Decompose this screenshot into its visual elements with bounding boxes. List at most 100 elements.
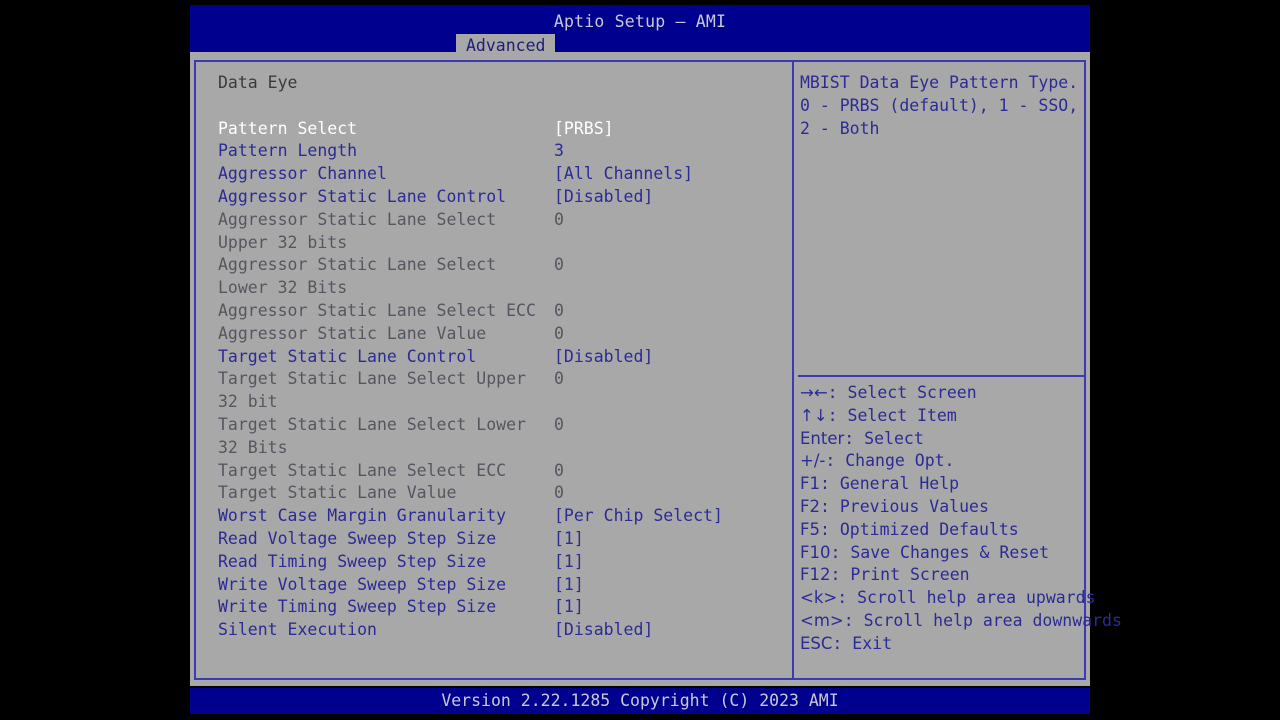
setting-row[interactable]: Read Timing Sweep Step Size [1]	[218, 551, 784, 574]
legend-action: Select	[864, 428, 924, 448]
legend-item: <m>: Scroll help area downwards	[800, 610, 1122, 633]
setting-value: 0	[554, 209, 564, 229]
legend-separator: :	[820, 474, 840, 494]
setting-label: Upper 32 bits	[218, 232, 348, 252]
setting-label: Aggressor Static Lane Select ECC	[218, 300, 536, 320]
setting-value[interactable]: [1]	[554, 574, 584, 597]
setting-value[interactable]: [All Channels]	[554, 163, 693, 186]
setting-value[interactable]: [Per Chip Select]	[554, 505, 723, 528]
legend-separator: :	[825, 451, 846, 471]
app-title: Aptio Setup – AMI	[553, 12, 727, 31]
legend-item: ↑↓: Select Item	[800, 405, 1090, 428]
legend-item: F5: Optimized Defaults	[800, 519, 1090, 542]
footer-bar: Version 2.22.1285 Copyright (C) 2023 AMI	[190, 688, 1090, 714]
legend-action: Select Item	[847, 405, 957, 425]
setting-row[interactable]: Write Timing Sweep Step Size [1]	[218, 596, 784, 619]
setting-value[interactable]: [1]	[554, 596, 584, 619]
setting-row[interactable]: Aggressor Static Lane Control [Disabled]	[218, 186, 784, 209]
legend-item: →←: Select Screen	[800, 382, 1090, 405]
setting-value[interactable]: 3	[554, 140, 564, 163]
setting-row: Aggressor Static Lane Select 0	[218, 209, 784, 232]
legend-separator: :	[844, 428, 865, 448]
setting-row[interactable]: Aggressor Channel [All Channels]	[218, 163, 784, 186]
setting-label: Lower 32 Bits	[218, 278, 348, 298]
legend-action: Scroll help area downwards	[863, 610, 1122, 630]
key-legend: →←: Select Screen ↑↓: Select Item Enter: S…	[800, 382, 1122, 656]
legend-separator: :	[830, 565, 851, 585]
setting-value[interactable]: [Disabled]	[554, 346, 653, 369]
legend-key: F2	[800, 496, 820, 516]
content-frame: Data Eye Pattern Select [PRBS] Pattern Len…	[194, 60, 1122, 680]
legend-item: +/-: Change Opt.	[800, 450, 1090, 473]
setting-row[interactable]: Read Voltage Sweep Step Size [1]	[218, 528, 784, 551]
setting-row[interactable]: Pattern Select [PRBS]	[218, 118, 784, 141]
setting-label: Pattern Select	[218, 118, 358, 138]
setting-value[interactable]: [Disabled]	[554, 619, 653, 642]
setting-value[interactable]: [1]	[554, 528, 584, 551]
legend-key: F1	[800, 474, 820, 494]
legend-action: Print Screen	[850, 565, 970, 585]
legend-action: Save Changes & Reset	[850, 542, 1050, 562]
setting-row: Aggressor Static Lane Select 0	[218, 254, 784, 277]
setting-value[interactable]: [1]	[554, 551, 584, 574]
setting-value: 0	[554, 255, 564, 275]
setting-row: Aggressor Static Lane Value 0	[218, 323, 784, 346]
setting-label: Worst Case Margin Granularity	[218, 506, 507, 526]
setting-row[interactable]: Target Static Lane Control [Disabled]	[218, 346, 784, 369]
menu-tab-bar: Advanced	[190, 34, 1090, 56]
setting-value[interactable]: [PRBS]	[554, 118, 614, 141]
legend-action: Change Opt.	[845, 451, 955, 471]
setting-label: Aggressor Static Lane Control	[218, 186, 507, 206]
setting-row[interactable]: Write Voltage Sweep Step Size [1]	[218, 574, 784, 597]
section-title-label: Data Eye	[218, 73, 298, 92]
legend-separator: :	[837, 588, 858, 608]
vertical-divider	[792, 62, 794, 678]
legend-key: F5	[800, 519, 820, 539]
legend-separator: :	[820, 496, 840, 516]
setting-label: Aggressor Static Lane Value	[218, 323, 487, 343]
legend-key: <m>	[800, 610, 844, 630]
title-bar: Aptio Setup – AMI Advanced	[190, 5, 1090, 56]
legend-key: ↑↓	[800, 405, 828, 425]
setting-row: 32 bit	[218, 391, 784, 414]
legend-key: <k>	[800, 588, 838, 608]
body-panel: Data Eye Pattern Select [PRBS] Pattern Len…	[190, 52, 1122, 686]
setting-label: Target Static Lane Select Upper	[218, 369, 526, 389]
setting-value: 0	[554, 369, 564, 389]
legend-action: Select Screen	[847, 383, 977, 402]
setting-row: Target Static Lane Select ECC 0	[218, 460, 784, 483]
legend-separator: :	[830, 542, 851, 562]
setting-row: Target Static Lane Value 0	[218, 482, 784, 505]
setting-value: 0	[554, 323, 564, 343]
legend-separator: :	[827, 405, 848, 425]
setting-label: Target Static Lane Select Lower	[218, 414, 526, 434]
setting-value[interactable]: [Disabled]	[554, 186, 653, 209]
setting-label: Write Timing Sweep Step Size	[218, 597, 497, 617]
setting-label: 32 bit	[218, 392, 278, 412]
legend-action: General Help	[839, 474, 960, 494]
setting-label: 32 Bits	[218, 437, 288, 457]
setting-row: Upper 32 bits	[218, 232, 784, 255]
setting-row[interactable]: Worst Case Margin Granularity [Per Chip S…	[218, 505, 784, 528]
setting-value: 0	[554, 483, 564, 503]
setting-label: Write Voltage Sweep Step Size	[218, 574, 507, 594]
legend-item: F1: General Help	[800, 473, 1090, 496]
setting-label: Target Static Lane Value	[218, 483, 457, 503]
setting-label: Silent Execution	[218, 620, 377, 640]
section-title: Data Eye	[218, 72, 784, 95]
legend-action: Optimized Defaults	[839, 519, 1019, 539]
legend-item: Enter: Select	[800, 428, 1090, 451]
legend-key: ESC	[800, 633, 833, 653]
setting-row: Aggressor Static Lane Select ECC 0	[218, 300, 784, 323]
bios-setup-screen: Aptio Setup – AMI Advanced Data Eye Patt…	[0, 0, 1280, 720]
legend-separator: :	[843, 610, 864, 630]
setting-row[interactable]: Silent Execution [Disabled]	[218, 619, 784, 642]
legend-separator: :	[827, 383, 848, 402]
legend-key: Enter	[800, 428, 845, 448]
setting-row[interactable]: Pattern Length 3	[218, 140, 784, 163]
setting-value: 0	[554, 460, 564, 480]
setting-label: Aggressor Static Lane Select	[218, 255, 497, 275]
settings-list: Data Eye Pattern Select [PRBS] Pattern Len…	[218, 72, 784, 642]
legend-key: +/-	[800, 451, 826, 471]
legend-item: F10: Save Changes & Reset	[800, 542, 1090, 565]
